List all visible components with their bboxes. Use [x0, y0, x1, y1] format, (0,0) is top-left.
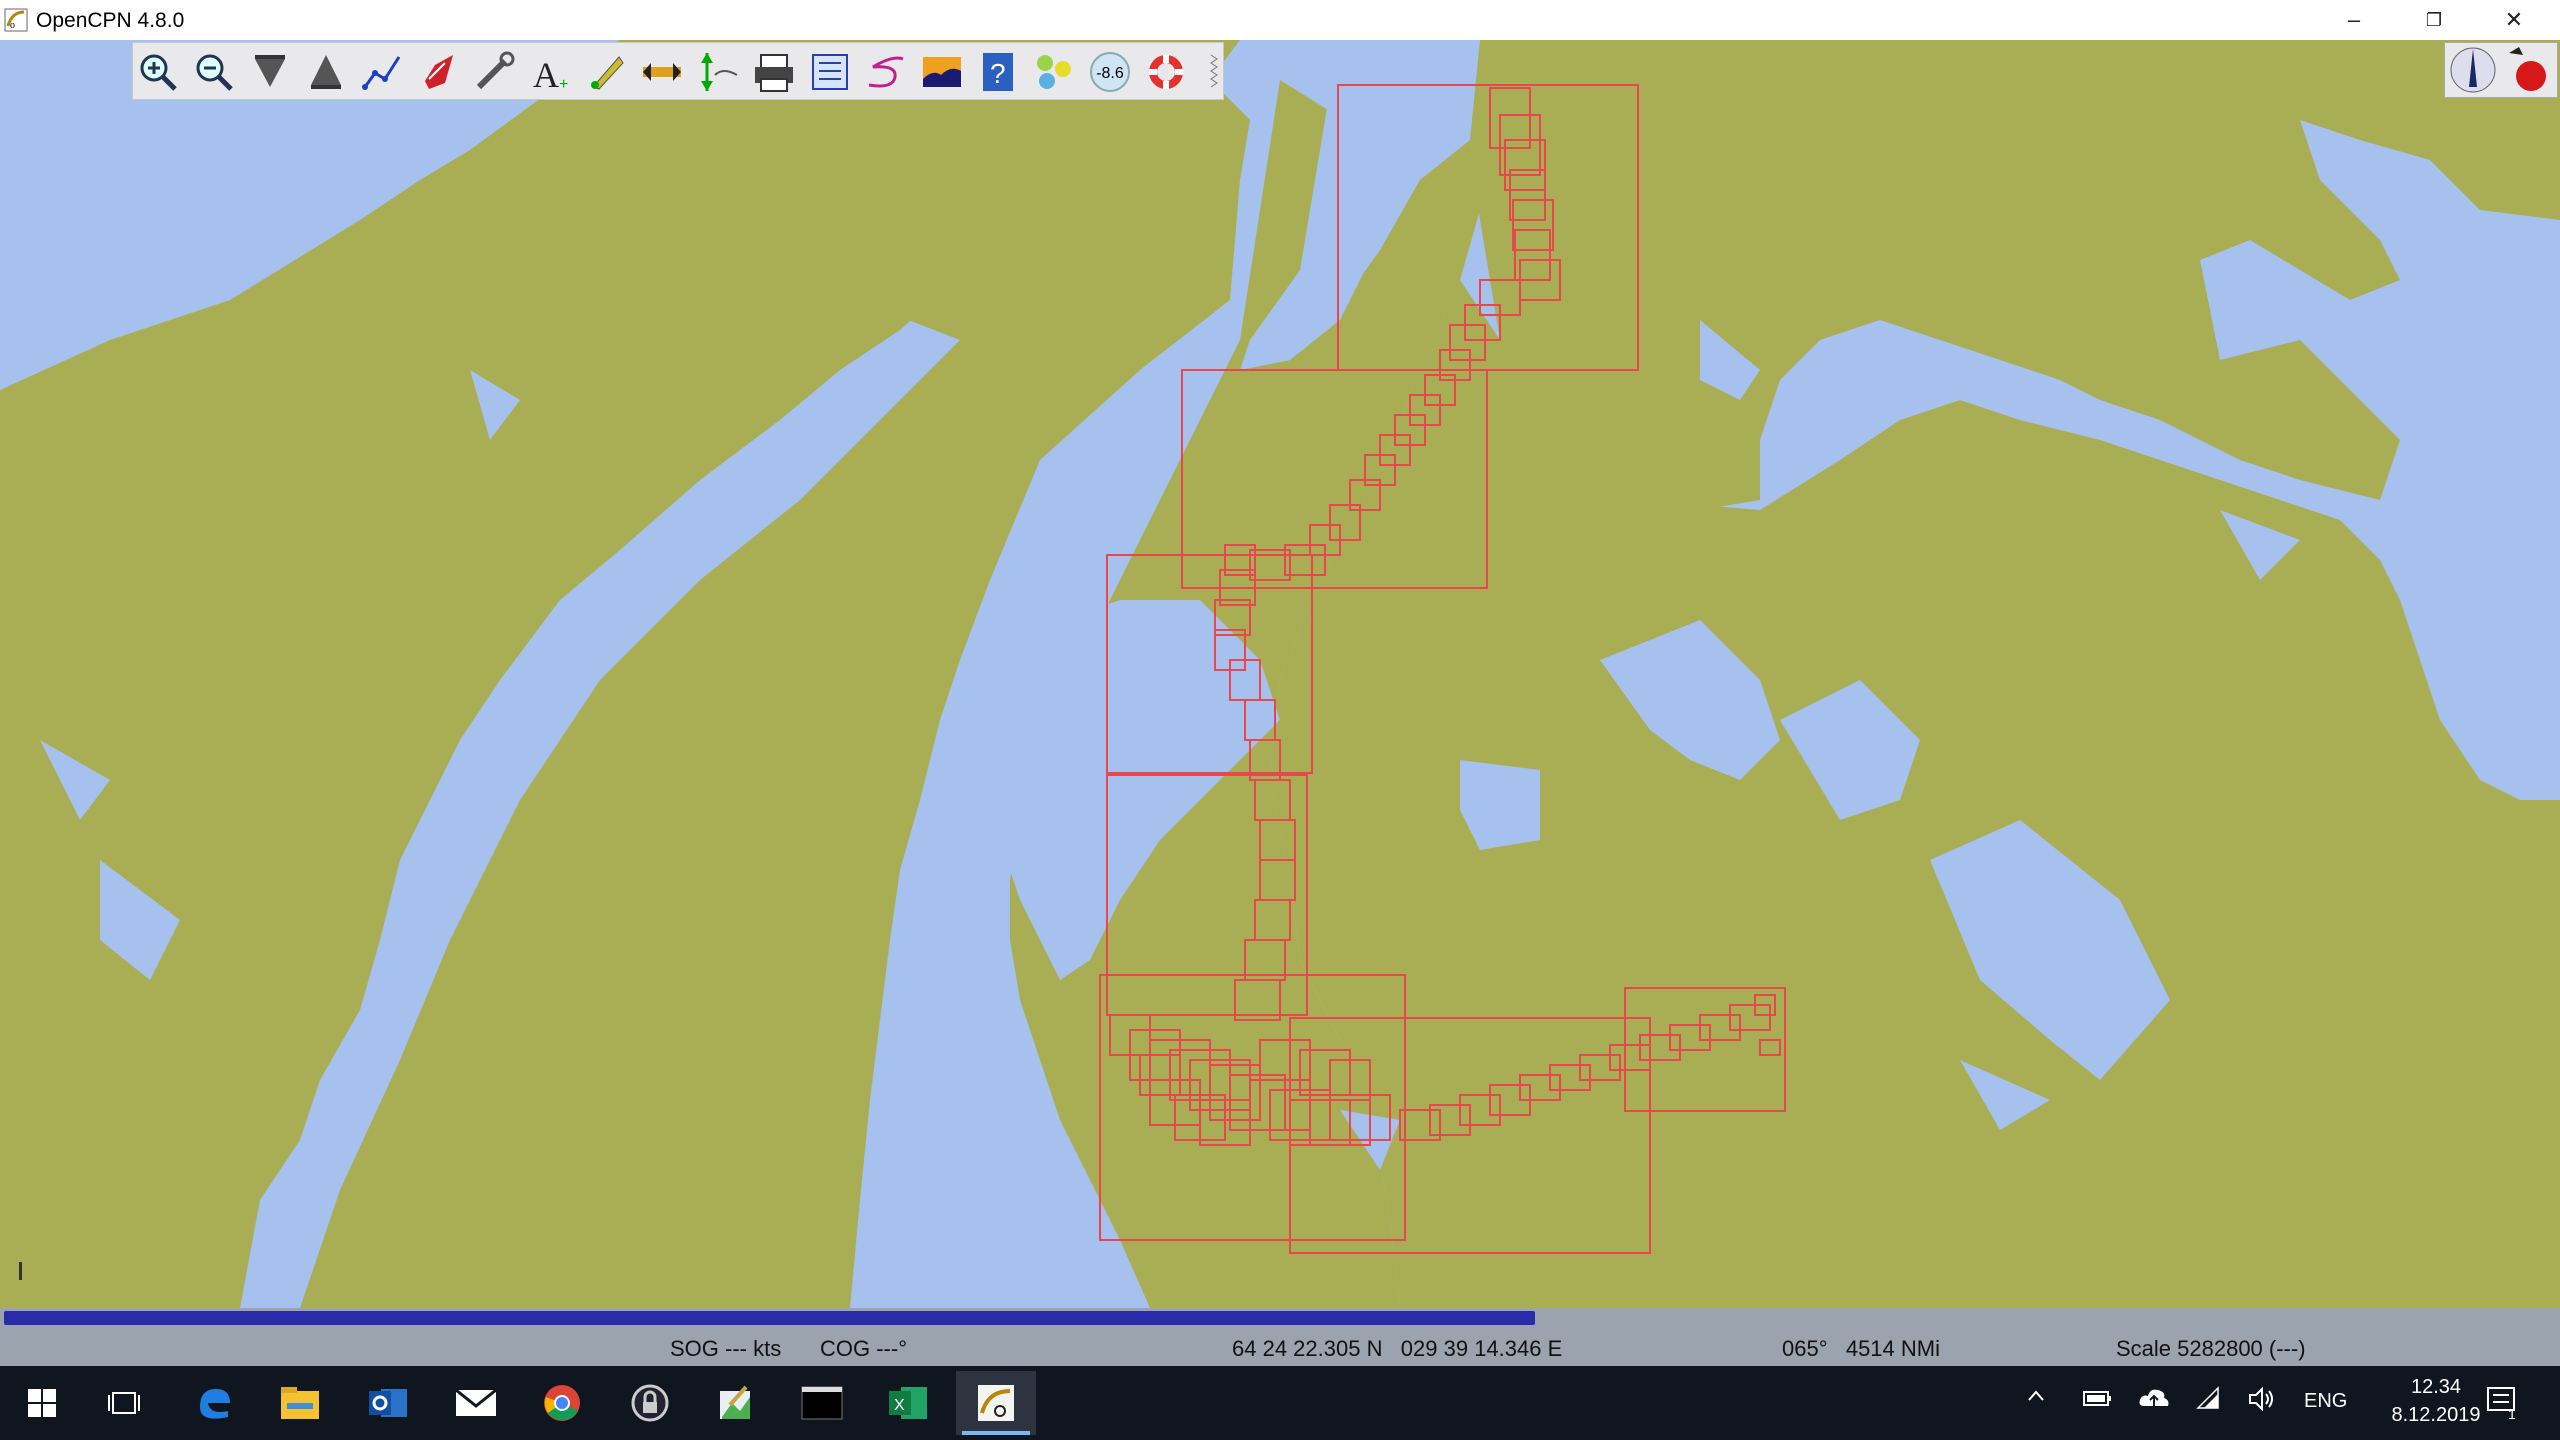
- toolbar-grip-icon[interactable]: [1209, 51, 1219, 91]
- scale-down-icon[interactable]: [245, 47, 295, 97]
- zoom-out-icon[interactable]: [189, 47, 239, 97]
- help-icon[interactable]: ?: [973, 47, 1023, 97]
- terminal-icon[interactable]: [782, 1371, 862, 1435]
- bearing-range-readout: 065° 4514 NMi: [1782, 1336, 1940, 1361]
- svg-text:A: A: [533, 55, 559, 95]
- gps-status-icon: [2509, 47, 2546, 91]
- scale-readout: Scale 5282800 (---): [2116, 1336, 2306, 1361]
- zoom-level-icon[interactable]: -8.6: [1085, 47, 1135, 97]
- outlook-icon[interactable]: [348, 1371, 428, 1435]
- notifications-icon[interactable]: 1: [2484, 1382, 2528, 1426]
- show-hidden-icons-icon[interactable]: [2026, 1386, 2046, 1412]
- auto-follow-ship-icon[interactable]: [413, 47, 463, 97]
- file-explorer-icon[interactable]: [260, 1371, 340, 1435]
- svg-text:+: +: [559, 76, 568, 93]
- windows-start-icon[interactable]: [2, 1371, 82, 1435]
- route-manager-icon[interactable]: [805, 47, 855, 97]
- opencpn-icon[interactable]: [956, 1371, 1036, 1435]
- edge-icon[interactable]: [174, 1371, 254, 1435]
- zoom-in-icon[interactable]: [133, 47, 183, 97]
- chart-load-progress-bar: [4, 1311, 1535, 1325]
- print-icon[interactable]: [749, 47, 799, 97]
- mob-icon[interactable]: [1141, 47, 1191, 97]
- cog-readout: COG ---°: [820, 1336, 908, 1361]
- mark-icon[interactable]: [581, 47, 631, 97]
- language-indicator[interactable]: ENG: [2304, 1390, 2347, 1413]
- minimize-button[interactable]: –: [2314, 0, 2394, 40]
- color-scheme-icon[interactable]: [917, 47, 967, 97]
- onedrive-icon[interactable]: [2138, 1386, 2170, 1416]
- mail-icon[interactable]: [436, 1371, 516, 1435]
- status-bar: SOG --- kts COG ---° 64 24 22.305 N 029 …: [0, 1328, 2560, 1366]
- title-bar: o OpenCPN 4.8.0 – ❐ ✕: [0, 0, 2560, 40]
- paint-icon[interactable]: [696, 1371, 776, 1435]
- svg-text:?: ?: [990, 58, 1006, 89]
- svg-text:o: o: [10, 20, 15, 31]
- notification-count: 1: [2508, 1406, 2516, 1422]
- text-icon[interactable]: A +: [525, 47, 575, 97]
- wifi-icon[interactable]: [2196, 1386, 2222, 1418]
- settings-icon[interactable]: [469, 47, 519, 97]
- keepass-icon[interactable]: [610, 1371, 690, 1435]
- battery-icon[interactable]: [2082, 1388, 2112, 1414]
- main-toolbar: A + ? -8.6: [132, 42, 1224, 100]
- excel-icon[interactable]: X: [868, 1371, 948, 1435]
- opencpn-app-icon: o: [4, 8, 28, 32]
- measure-icon[interactable]: [637, 47, 687, 97]
- window-title: OpenCPN 4.8.0: [36, 9, 185, 32]
- scale-up-icon[interactable]: [301, 47, 351, 97]
- track-icon[interactable]: [861, 47, 911, 97]
- close-button[interactable]: ✕: [2474, 0, 2554, 40]
- north-arrow-icon: [2450, 47, 2496, 93]
- svg-text:X: X: [894, 1397, 905, 1414]
- windows-taskbar: X ENG 12.34 8.12.2019 1: [0, 1366, 2560, 1440]
- restore-button[interactable]: ❐: [2394, 0, 2474, 40]
- compass-widget[interactable]: [2444, 42, 2558, 98]
- chart-map[interactable]: [0, 40, 2560, 1308]
- zoom-level-label: -8.6: [1096, 65, 1124, 82]
- tide-icon[interactable]: [693, 47, 743, 97]
- route-icon[interactable]: [357, 47, 407, 97]
- clock-time[interactable]: 12.34: [2388, 1376, 2484, 1399]
- ais-icon[interactable]: [1029, 47, 1079, 97]
- cursor-position-readout: 64 24 22.305 N 029 39 14.346 E: [1232, 1336, 1563, 1361]
- sog-readout: SOG --- kts: [670, 1336, 782, 1361]
- task-view-icon[interactable]: [84, 1371, 164, 1435]
- volume-icon[interactable]: [2248, 1386, 2276, 1418]
- chrome-icon[interactable]: [522, 1371, 602, 1435]
- chart-canvas[interactable]: [0, 40, 2560, 1308]
